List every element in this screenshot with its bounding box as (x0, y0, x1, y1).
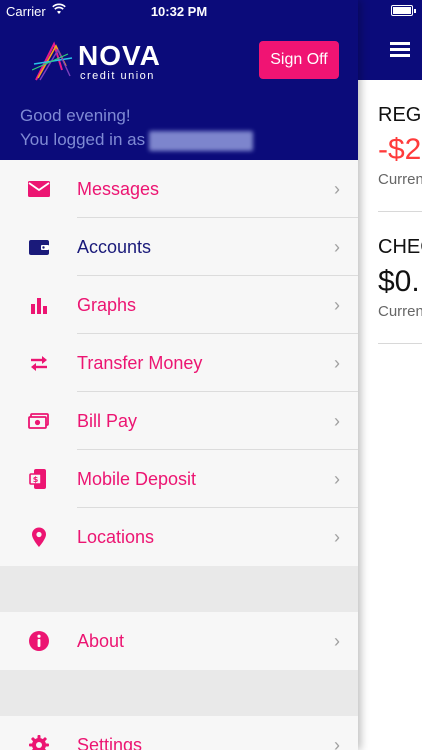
menu-item-accounts[interactable]: Accounts › (0, 218, 358, 276)
chevron-right-icon: › (334, 295, 340, 315)
menu-item-label: Messages (77, 179, 160, 199)
greeting-block: Good evening! You logged in as (20, 104, 254, 152)
menu-item-label: Settings (77, 735, 143, 750)
section-spacer (0, 566, 358, 612)
menu-item-label: Transfer Money (77, 353, 203, 373)
menu-item-mobile-deposit[interactable]: $ Mobile Deposit › (0, 450, 358, 508)
chevron-right-icon: › (334, 411, 340, 431)
account-card-regular[interactable]: REGU -$2 Curren (378, 104, 422, 188)
menu-item-label: Bill Pay (77, 411, 138, 431)
menu-item-messages[interactable]: Messages › (0, 160, 358, 218)
chevron-right-icon: › (334, 237, 340, 257)
envelope-icon (28, 181, 50, 197)
menu-item-about[interactable]: About › (0, 612, 358, 670)
menu-item-locations[interactable]: Locations › (0, 508, 358, 566)
status-bar: Carrier 10:32 PM (0, 0, 358, 22)
brand-tagline: credit union (80, 70, 155, 82)
chevron-right-icon: › (334, 179, 340, 199)
brand-name: NOVA (78, 40, 161, 71)
battery-icon (391, 5, 416, 16)
logged-in-line: You logged in as (20, 128, 254, 152)
transfer-arrows-icon (31, 356, 47, 371)
menu-item-label: Accounts (77, 237, 152, 257)
drawer-header: Carrier 10:32 PM NOVA credit union Sign … (0, 0, 358, 160)
divider (378, 343, 422, 344)
map-pin-icon (32, 527, 46, 547)
cash-icon (28, 413, 49, 429)
account-balance: -$2 (378, 133, 422, 166)
chevron-right-icon: › (334, 631, 340, 651)
gear-icon (29, 735, 49, 750)
account-card-checking[interactable]: CHEC $0. Curren (378, 236, 422, 320)
hamburger-menu-icon[interactable] (390, 42, 410, 57)
logo-star-icon (32, 41, 73, 81)
drawer-menu: Messages › Accounts › Graphs › Transfer … (0, 160, 358, 750)
bar-chart-icon (31, 298, 47, 314)
menu-item-settings[interactable]: Settings › (0, 716, 358, 750)
side-drawer: Carrier 10:32 PM NOVA credit union Sign … (0, 0, 358, 750)
divider (378, 211, 422, 212)
info-icon (29, 631, 49, 651)
clock: 10:32 PM (150, 4, 208, 19)
menu-item-label: Graphs (77, 295, 137, 315)
nova-logo: NOVA credit union (32, 40, 182, 84)
chevron-right-icon: › (334, 527, 340, 547)
mobile-check-icon: $ (29, 469, 46, 489)
accounts-navbar (358, 0, 422, 80)
menu-item-transfer-money[interactable]: Transfer Money › (0, 334, 358, 392)
account-name: REGU (378, 104, 422, 126)
account-subtitle: Curren (378, 303, 422, 320)
account-subtitle: Curren (378, 171, 422, 188)
svg-text:$: $ (33, 475, 39, 484)
chevron-right-icon: › (334, 735, 340, 750)
logged-in-label: You logged in as (20, 130, 146, 149)
account-name: CHEC (378, 236, 422, 258)
menu-item-label: Locations (77, 527, 155, 547)
account-balance: $0. (378, 265, 420, 298)
section-spacer (0, 670, 358, 716)
menu-item-label: About (77, 631, 125, 651)
redacted-username (149, 130, 254, 151)
sign-off-button[interactable]: Sign Off (259, 41, 339, 79)
chevron-right-icon: › (334, 353, 340, 373)
wallet-icon (29, 240, 49, 255)
accounts-screen-peek: REGU -$2 Curren CHEC $0. Curren (358, 0, 422, 750)
greeting-text: Good evening! (20, 106, 131, 125)
menu-item-graphs[interactable]: Graphs › (0, 276, 358, 334)
menu-item-bill-pay[interactable]: Bill Pay › (0, 392, 358, 450)
chevron-right-icon: › (334, 469, 340, 489)
menu-item-label: Mobile Deposit (77, 469, 197, 489)
